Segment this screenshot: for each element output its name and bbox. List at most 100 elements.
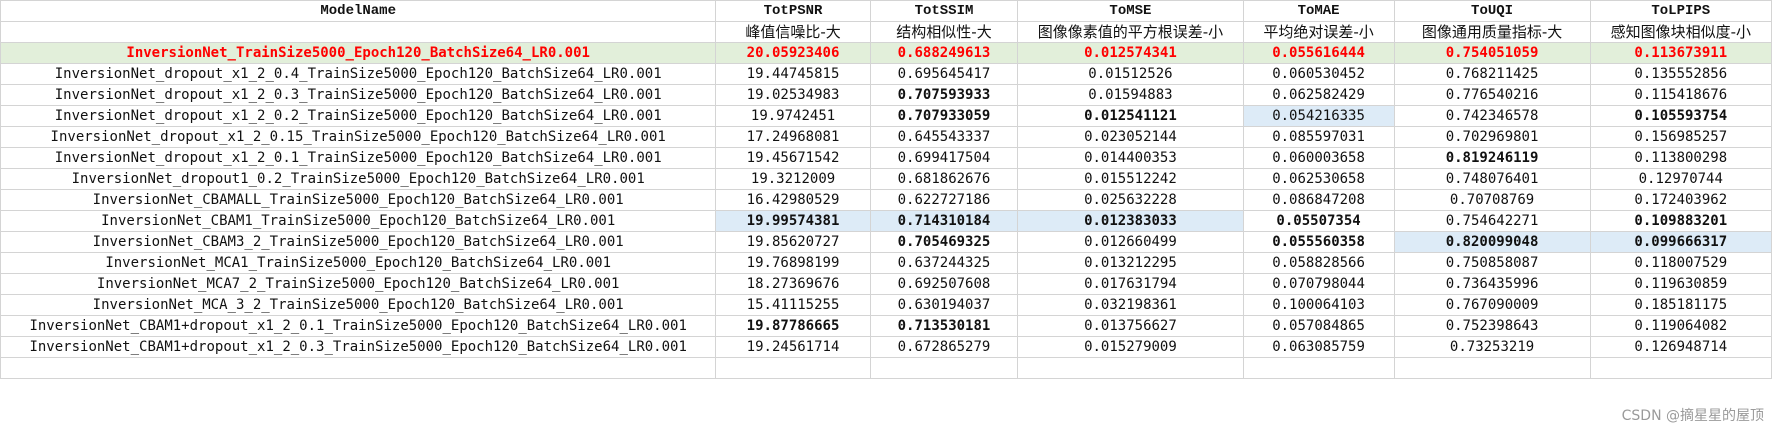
metric-cell[interactable]: 0.12970744 xyxy=(1589,168,1772,190)
metric-cell[interactable]: 19.76898199 xyxy=(715,252,871,274)
metric-cell[interactable]: 19.85620727 xyxy=(715,231,871,253)
metric-cell[interactable]: 0.776540216 xyxy=(1393,84,1591,106)
header-cell[interactable]: TotSSIM xyxy=(869,0,1019,22)
metric-cell[interactable]: 19.44745815 xyxy=(715,63,871,85)
metric-cell[interactable]: 0.012660499 xyxy=(1017,231,1244,253)
metric-cell[interactable]: 0.060530452 xyxy=(1242,63,1395,85)
metric-cell[interactable]: 0.05507354 xyxy=(1242,210,1395,232)
metric-cell[interactable]: 0.012383033 xyxy=(1017,210,1244,232)
metric-cell[interactable]: 0.688249613 xyxy=(869,42,1019,64)
metric-cell[interactable]: 0.681862676 xyxy=(869,168,1019,190)
metric-cell[interactable]: 0.105593754 xyxy=(1589,105,1772,127)
metric-cell[interactable]: 0.062582429 xyxy=(1242,84,1395,106)
metric-cell[interactable]: 0.750858087 xyxy=(1393,252,1591,274)
empty-cell[interactable] xyxy=(1393,357,1591,379)
metric-cell[interactable]: 0.645543337 xyxy=(869,126,1019,148)
subheader-cell[interactable]: 峰值信噪比-大 xyxy=(715,21,871,43)
model-name-cell[interactable]: InversionNet_MCA_3_2_TrainSize5000_Epoch… xyxy=(0,294,717,316)
metric-cell[interactable]: 0.692507608 xyxy=(869,273,1019,295)
metric-cell[interactable]: 0.085597031 xyxy=(1242,126,1395,148)
metric-cell[interactable]: 17.24968081 xyxy=(715,126,871,148)
metric-cell[interactable]: 0.707593933 xyxy=(869,84,1019,106)
subheader-cell[interactable]: 感知图像块相似度-小 xyxy=(1589,21,1772,43)
metric-cell[interactable]: 0.057084865 xyxy=(1242,315,1395,337)
metric-cell[interactable]: 18.27369676 xyxy=(715,273,871,295)
empty-cell[interactable] xyxy=(1589,357,1772,379)
empty-cell[interactable] xyxy=(1017,357,1244,379)
subheader-cell[interactable] xyxy=(0,21,717,43)
model-name-cell[interactable]: InversionNet_dropout_x1_2_0.2_TrainSize5… xyxy=(0,105,717,127)
metric-cell[interactable]: 0.630194037 xyxy=(869,294,1019,316)
metric-cell[interactable]: 0.119064082 xyxy=(1589,315,1772,337)
metric-cell[interactable]: 0.702969801 xyxy=(1393,126,1591,148)
metric-cell[interactable]: 19.3212009 xyxy=(715,168,871,190)
metric-cell[interactable]: 16.42980529 xyxy=(715,189,871,211)
header-cell[interactable]: ModelName xyxy=(0,0,717,22)
metric-cell[interactable]: 19.99574381 xyxy=(715,210,871,232)
model-name-cell[interactable]: InversionNet_CBAMALL_TrainSize5000_Epoch… xyxy=(0,189,717,211)
metric-cell[interactable]: 0.113800298 xyxy=(1589,147,1772,169)
metric-cell[interactable]: 0.135552856 xyxy=(1589,63,1772,85)
metric-cell[interactable]: 0.736435996 xyxy=(1393,273,1591,295)
metric-cell[interactable]: 0.014400353 xyxy=(1017,147,1244,169)
metric-cell[interactable]: 0.752398643 xyxy=(1393,315,1591,337)
metric-cell[interactable]: 0.070798044 xyxy=(1242,273,1395,295)
metric-cell[interactable]: 0.058828566 xyxy=(1242,252,1395,274)
empty-cell[interactable] xyxy=(0,357,717,379)
metric-cell[interactable]: 0.060003658 xyxy=(1242,147,1395,169)
metric-cell[interactable]: 0.023052144 xyxy=(1017,126,1244,148)
header-cell[interactable]: ToMAE xyxy=(1242,0,1395,22)
model-name-cell[interactable]: InversionNet_dropout_x1_2_0.4_TrainSize5… xyxy=(0,63,717,85)
metric-cell[interactable]: 0.714310184 xyxy=(869,210,1019,232)
metric-cell[interactable]: 0.017631794 xyxy=(1017,273,1244,295)
metric-cell[interactable]: 0.032198361 xyxy=(1017,294,1244,316)
metric-cell[interactable]: 0.015279009 xyxy=(1017,336,1244,358)
metric-cell[interactable]: 0.015512242 xyxy=(1017,168,1244,190)
metric-cell[interactable]: 19.9742451 xyxy=(715,105,871,127)
metric-cell[interactable]: 0.820099048 xyxy=(1393,231,1591,253)
model-name-cell[interactable]: InversionNet_dropout_x1_2_0.3_TrainSize5… xyxy=(0,84,717,106)
header-cell[interactable]: ToUQI xyxy=(1393,0,1591,22)
empty-cell[interactable] xyxy=(715,357,871,379)
metric-cell[interactable]: 19.45671542 xyxy=(715,147,871,169)
metric-cell[interactable]: 0.100064103 xyxy=(1242,294,1395,316)
header-cell[interactable]: TotPSNR xyxy=(715,0,871,22)
metric-cell[interactable]: 15.41115255 xyxy=(715,294,871,316)
metric-cell[interactable]: 0.172403962 xyxy=(1589,189,1772,211)
model-name-cell[interactable]: InversionNet_dropout_x1_2_0.1_TrainSize5… xyxy=(0,147,717,169)
model-name-cell[interactable]: InversionNet_CBAM1+dropout_x1_2_0.3_Trai… xyxy=(0,336,717,358)
metric-cell[interactable]: 0.70708769 xyxy=(1393,189,1591,211)
subheader-cell[interactable]: 平均绝对误差-小 xyxy=(1242,21,1395,43)
model-name-cell[interactable]: InversionNet_MCA7_2_TrainSize5000_Epoch1… xyxy=(0,273,717,295)
subheader-cell[interactable]: 结构相似性-大 xyxy=(869,21,1019,43)
metric-cell[interactable]: 0.767090009 xyxy=(1393,294,1591,316)
metric-cell[interactable]: 0.156985257 xyxy=(1589,126,1772,148)
model-name-cell[interactable]: InversionNet_dropout_x1_2_0.15_TrainSize… xyxy=(0,126,717,148)
model-name-cell[interactable]: InversionNet_dropout1_0.2_TrainSize5000_… xyxy=(0,168,717,190)
metric-cell[interactable]: 0.754051059 xyxy=(1393,42,1591,64)
header-cell[interactable]: ToMSE xyxy=(1017,0,1244,22)
model-name-cell[interactable]: InversionNet_MCA1_TrainSize5000_Epoch120… xyxy=(0,252,717,274)
metric-cell[interactable]: 0.699417504 xyxy=(869,147,1019,169)
metric-cell[interactable]: 0.695645417 xyxy=(869,63,1019,85)
metric-cell[interactable]: 0.115418676 xyxy=(1589,84,1772,106)
metric-cell[interactable]: 0.025632228 xyxy=(1017,189,1244,211)
metric-cell[interactable]: 0.055560358 xyxy=(1242,231,1395,253)
metric-cell[interactable]: 0.013212295 xyxy=(1017,252,1244,274)
model-name-cell[interactable]: InversionNet_CBAM1+dropout_x1_2_0.1_Trai… xyxy=(0,315,717,337)
model-name-cell[interactable]: InversionNet_CBAM3_2_TrainSize5000_Epoch… xyxy=(0,231,717,253)
metric-cell[interactable]: 0.055616444 xyxy=(1242,42,1395,64)
metric-cell[interactable]: 0.707933059 xyxy=(869,105,1019,127)
metric-cell[interactable]: 0.109883201 xyxy=(1589,210,1772,232)
metric-cell[interactable]: 0.819246119 xyxy=(1393,147,1591,169)
metric-cell[interactable]: 0.01512526 xyxy=(1017,63,1244,85)
metric-cell[interactable]: 0.637244325 xyxy=(869,252,1019,274)
empty-cell[interactable] xyxy=(1242,357,1395,379)
metric-cell[interactable]: 19.02534983 xyxy=(715,84,871,106)
metric-cell[interactable]: 20.05923406 xyxy=(715,42,871,64)
metric-cell[interactable]: 0.705469325 xyxy=(869,231,1019,253)
metric-cell[interactable]: 0.713530181 xyxy=(869,315,1019,337)
metric-cell[interactable]: 0.01594883 xyxy=(1017,84,1244,106)
metric-cell[interactable]: 0.113673911 xyxy=(1589,42,1772,64)
metric-cell[interactable]: 0.126948714 xyxy=(1589,336,1772,358)
